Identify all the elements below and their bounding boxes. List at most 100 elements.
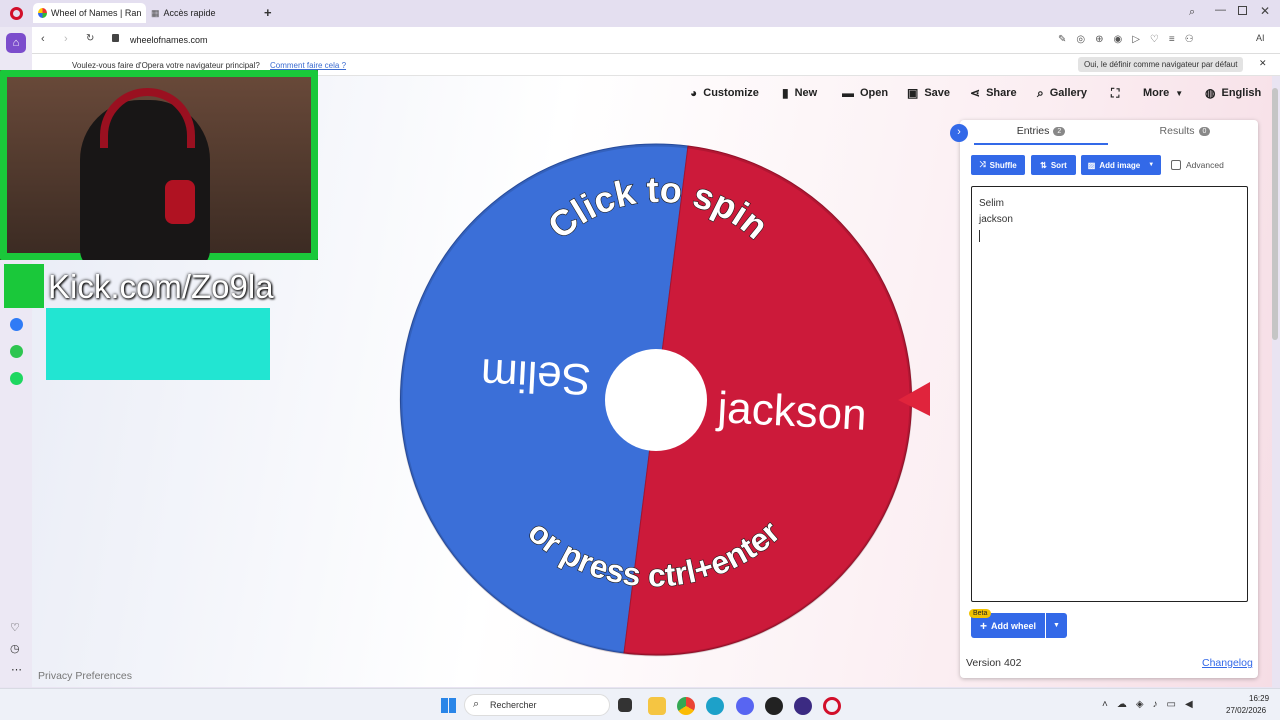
wheel-label-jackson: jackson [714, 383, 868, 440]
address-bar: ‹ › ↻ wheelofnames.com ✎◎⊕◉▷♡≡⚇ AI [32, 27, 1280, 54]
privacy-preferences-link[interactable]: Privacy Preferences [38, 670, 132, 682]
taskview-icon[interactable] [618, 698, 632, 712]
text-cursor [979, 230, 980, 242]
save-button[interactable]: ▣ Save [907, 86, 950, 100]
notice-link[interactable]: Comment faire cela ? [270, 61, 346, 70]
add-image-button[interactable]: ▨ Add image ▼ [1081, 155, 1161, 175]
more-icon[interactable]: ⋯ [11, 663, 22, 676]
windows-taskbar: ⌕ Rechercher ˄☁◈♪▭◀︎ 16:29 27/02/2026 [0, 688, 1280, 720]
lock-icon [112, 34, 119, 42]
close-notice-icon[interactable]: ✕ [1259, 58, 1267, 69]
advanced-label: Advanced [1186, 160, 1224, 170]
close-window-icon[interactable]: ✕ [1260, 4, 1270, 18]
notice-text: Voulez-vous faire d'Opera votre navigate… [72, 61, 260, 70]
ai-label: AI [1256, 33, 1265, 43]
image-icon: ▨ [1087, 160, 1096, 170]
wheel[interactable]: Selim jackson Click to spin or press ctr… [398, 142, 938, 658]
collapse-panel-icon[interactable]: › [950, 124, 968, 142]
heart-icon[interactable]: ♡ [10, 621, 20, 634]
fullscreen-icon: ⛶ [1111, 85, 1120, 100]
results-count-badge: 0 [1198, 126, 1211, 136]
tab-entries[interactable]: Entries 2 [974, 125, 1108, 145]
entries-count-badge: 2 [1053, 126, 1066, 136]
plus-icon: + [979, 618, 987, 633]
folder-icon: ▬ [842, 86, 854, 100]
steam-icon[interactable] [765, 697, 783, 715]
more-button[interactable]: More ▼ [1143, 86, 1183, 100]
clock-time: 16:29 [1249, 694, 1270, 703]
shuffle-icon: ⤨ [979, 160, 986, 169]
shuffle-button[interactable]: ⤨ Shuffle [971, 155, 1025, 175]
add-wheel-dropdown[interactable]: ▼ [1046, 613, 1067, 638]
add-wheel-label: Add wheel [991, 620, 1037, 631]
maximize-icon[interactable] [1238, 6, 1247, 15]
beta-badge: Beta [969, 609, 992, 618]
advanced-checkbox[interactable] [1171, 160, 1181, 170]
kick-url-text: Kick.com/Zo9la [48, 268, 274, 305]
home-icon[interactable]: ⌂ [6, 33, 26, 53]
search-icon: ⌕ [1037, 85, 1044, 100]
discord-icon[interactable] [736, 697, 754, 715]
opera-taskbar-icon[interactable] [823, 697, 841, 715]
ai-button[interactable]: AI [1256, 33, 1265, 43]
share-label: Share [986, 87, 1017, 99]
page-scrollbar[interactable] [1272, 88, 1278, 340]
opera-logo-icon[interactable] [10, 7, 23, 20]
extension-icons[interactable]: ✎◎⊕◉▷♡≡⚇ [1058, 34, 1204, 45]
taskbar-search[interactable]: ⌕ Rechercher [464, 694, 610, 716]
version-label: Version 402 [966, 657, 1022, 669]
open-button[interactable]: ▬ Open [842, 86, 888, 100]
grid-icon: ▦ [151, 7, 160, 18]
tray-icons[interactable]: ˄☁◈♪▭◀︎ [1102, 699, 1202, 710]
taskbar-search-placeholder: Rechercher [490, 700, 537, 710]
tab-results[interactable]: Results 0 [1120, 125, 1250, 145]
fullscreen-button[interactable]: ⛶ [1111, 86, 1119, 100]
new-label: New [794, 87, 818, 99]
language-label: English [1221, 87, 1262, 99]
tab-wheel-of-names[interactable]: Wheel of Names | Rando [33, 3, 146, 23]
changelog-link[interactable]: Changelog [1202, 657, 1253, 669]
set-default-button[interactable]: Oui, le définir comme navigateur par déf… [1078, 57, 1244, 72]
search-tabs-icon[interactable]: ⌕ [1189, 6, 1195, 19]
entry-line: Selim [979, 198, 1005, 209]
tab-title: Wheel of Names | Rando [50, 8, 141, 18]
minimize-icon[interactable]: — [1215, 4, 1226, 16]
file-explorer-icon[interactable] [648, 697, 666, 715]
file-icon: ▮ [782, 86, 789, 100]
entries-textarea[interactable]: Selim jackson [971, 186, 1248, 602]
new-tab-icon[interactable]: + [264, 5, 272, 20]
whatsapp-icon[interactable] [10, 345, 23, 358]
globe-icon: ◍ [1205, 86, 1216, 100]
tab-acces-rapide[interactable]: ▦ Accès rapide [146, 3, 256, 23]
gallery-button[interactable]: ⌕ Gallery [1037, 86, 1087, 100]
tab-title: Accès rapide [163, 8, 216, 18]
clock-date: 27/02/2026 [1226, 706, 1267, 715]
messenger-icon[interactable] [10, 318, 23, 331]
palette-icon: ◕ [690, 86, 698, 100]
open-label: Open [860, 87, 889, 99]
customize-button[interactable]: ◕ Customize [690, 86, 759, 100]
floppy-icon: ▣ [907, 86, 919, 100]
reload-icon[interactable]: ↻ [86, 33, 94, 44]
wheel-label-selim: Selim [480, 350, 592, 405]
back-icon[interactable]: ‹ [41, 33, 45, 45]
wheel-center[interactable] [605, 349, 707, 451]
obs-icon[interactable] [794, 697, 812, 715]
url-field[interactable]: wheelofnames.com [130, 35, 208, 45]
forward-icon[interactable]: › [64, 33, 68, 45]
customize-label: Customize [703, 87, 759, 99]
history-icon[interactable]: ◷ [10, 642, 20, 655]
caret-down-icon: ▼ [1053, 622, 1060, 629]
windows-start-icon[interactable] [441, 698, 456, 713]
chrome-icon[interactable] [677, 697, 695, 715]
caret-down-icon: ▼ [1148, 162, 1155, 168]
new-button[interactable]: ▮ New [782, 86, 817, 100]
more-label: More [1143, 87, 1170, 99]
sort-button[interactable]: ⇅ Sort [1031, 155, 1076, 175]
language-button[interactable]: ◍ English [1205, 86, 1261, 100]
edge-icon[interactable] [706, 697, 724, 715]
share-button[interactable]: ⋖ Share [970, 86, 1017, 100]
tab-results-label: Results [1159, 125, 1195, 137]
spotify-icon[interactable] [10, 372, 23, 385]
save-label: Save [924, 87, 951, 99]
